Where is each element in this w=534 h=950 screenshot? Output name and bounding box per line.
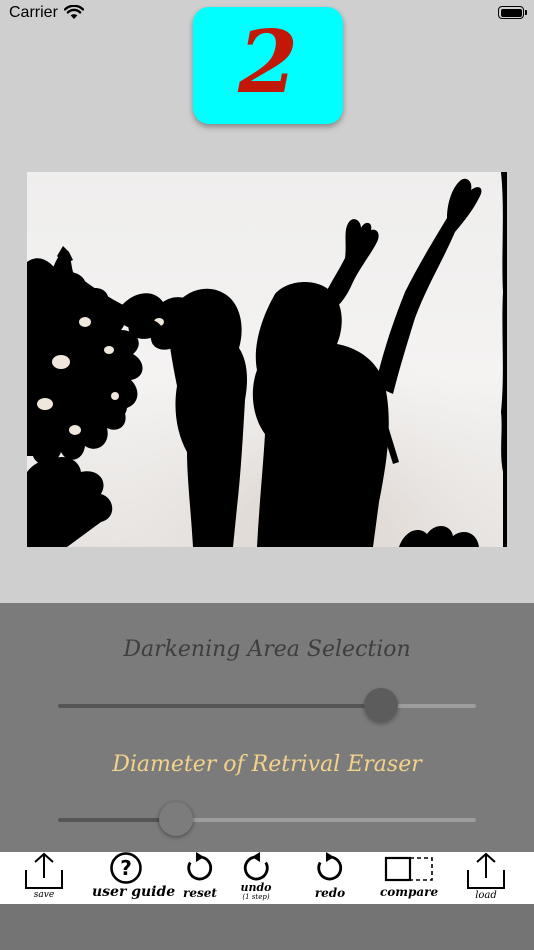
carrier-label: Carrier xyxy=(9,4,58,21)
share-upload-icon xyxy=(25,852,63,889)
undo-button[interactable]: undo (1 step) xyxy=(236,852,276,904)
darkening-slider-fill xyxy=(58,704,381,708)
compare-button[interactable]: compare xyxy=(380,852,439,904)
photo-canvas[interactable] xyxy=(27,172,507,547)
compare-label: compare xyxy=(380,885,439,899)
eraser-diameter-label: Diameter of Retrival Eraser xyxy=(112,752,422,777)
darkening-slider-track[interactable] xyxy=(58,704,476,708)
undo-sublabel: (1 step) xyxy=(242,893,270,901)
save-label: save xyxy=(33,890,55,900)
redo-button[interactable]: redo xyxy=(310,852,350,904)
user-guide-label: user guide xyxy=(92,884,176,900)
battery-icon xyxy=(498,6,527,19)
undo-icon xyxy=(243,852,269,881)
compare-icon xyxy=(384,856,433,882)
bottom-toolbar: save ? user guide reset undo (1 step) re… xyxy=(0,852,534,904)
step-number: 2 xyxy=(238,11,298,113)
bottom-gray-bar xyxy=(0,904,534,950)
reset-icon xyxy=(187,852,213,881)
wifi-icon xyxy=(64,5,84,19)
redo-label: redo xyxy=(314,886,346,900)
svg-text:?: ? xyxy=(120,856,132,880)
eraser-slider-track[interactable] xyxy=(58,818,476,822)
load-upload-icon xyxy=(467,852,505,889)
step-number-badge: 2 xyxy=(193,7,343,124)
help-question-icon: ? xyxy=(110,852,142,884)
load-button[interactable]: load xyxy=(462,852,510,904)
darkening-area-label: Darkening Area Selection xyxy=(123,637,411,662)
save-button[interactable]: save xyxy=(20,852,68,904)
darkening-slider-thumb[interactable] xyxy=(364,688,398,722)
user-guide-button[interactable]: ? user guide xyxy=(92,852,176,904)
undo-label: undo xyxy=(240,881,272,894)
reset-label: reset xyxy=(183,886,217,900)
eraser-slider-thumb[interactable] xyxy=(159,802,193,836)
redo-icon xyxy=(317,852,343,881)
silhouette-image xyxy=(27,172,507,547)
load-label: load xyxy=(475,890,497,901)
reset-button[interactable]: reset xyxy=(180,852,220,904)
